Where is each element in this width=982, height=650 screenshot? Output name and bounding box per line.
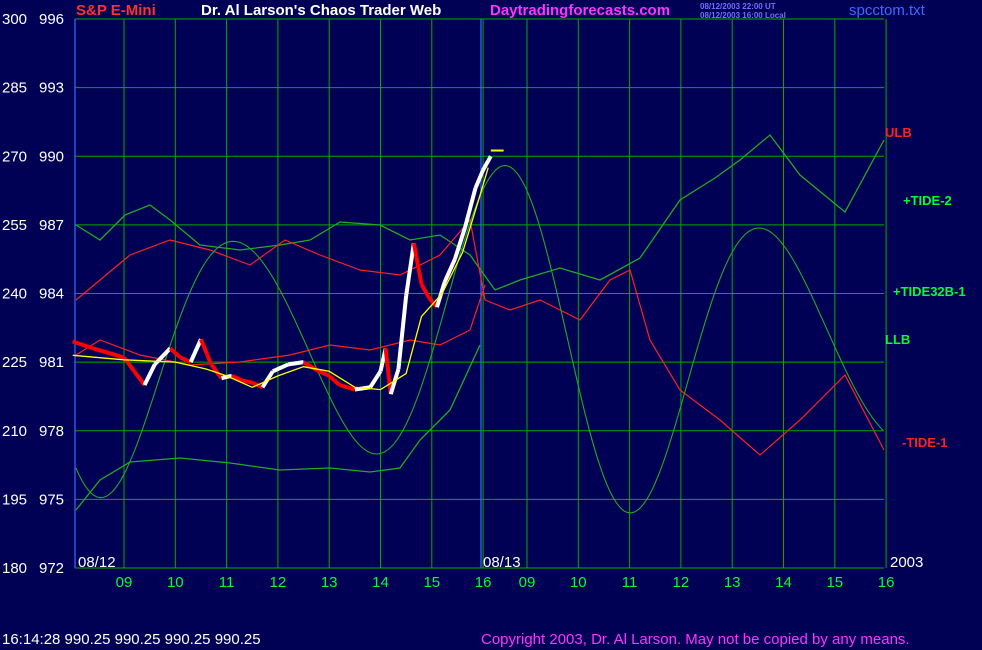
x-tick: 09 <box>116 574 133 591</box>
x-tick: 16 <box>878 574 895 591</box>
data-filename: spcctom.txt <box>849 2 925 19</box>
y-right-tick: 972 <box>39 560 64 577</box>
x-tick: 13 <box>724 574 741 591</box>
y-right-tick: 996 <box>39 11 64 28</box>
y-left-tick: 285 <box>2 80 27 97</box>
x-tick: 13 <box>321 574 338 591</box>
price-segment <box>188 338 203 363</box>
quote-readout: 16:14:28 990.25 990.25 990.25 990.25 <box>2 631 261 648</box>
y-right-tick: 981 <box>39 354 64 371</box>
y-right-tick: 990 <box>39 148 64 165</box>
price-segment <box>271 362 289 374</box>
x-tick: 09 <box>519 574 536 591</box>
y-left-tick: 225 <box>2 354 27 371</box>
price-segment <box>179 355 192 364</box>
price-segment <box>318 369 331 378</box>
tide1-curve <box>75 284 486 366</box>
y-right-tick: 978 <box>39 423 64 440</box>
y-left-tick: 195 <box>2 491 27 508</box>
ulb-curve <box>75 218 885 456</box>
price-segment <box>473 169 485 190</box>
series-label: +TIDE32B-1 <box>893 284 966 299</box>
y-right-tick: 993 <box>39 80 64 97</box>
price-segment <box>368 370 383 389</box>
y-right-tick: 975 <box>39 491 64 508</box>
price-segment <box>419 283 431 300</box>
series-label: +TIDE-2 <box>903 193 952 208</box>
price-segment <box>486 155 493 162</box>
date-label: 2003 <box>890 554 923 571</box>
y-left-tick: 255 <box>2 217 27 234</box>
series-label: LLB <box>885 332 910 347</box>
price-segment <box>396 295 409 370</box>
price-segment <box>142 363 157 386</box>
copyright-notice: Copyright 2003, Dr. Al Larson. May not b… <box>481 631 910 648</box>
series-label: ULB <box>885 125 912 140</box>
site-link[interactable]: Daytradingforecasts.com <box>490 2 670 19</box>
timestamp-block: 08/12/2003 22:00 UT 08/12/2003 16:00 Loc… <box>700 2 786 20</box>
timestamp-ut: 08/12/2003 22:00 UT <box>700 2 776 11</box>
price-segment <box>388 368 401 395</box>
x-tick: 15 <box>423 574 440 591</box>
price-series <box>72 149 504 395</box>
y-right-tick: 987 <box>39 217 64 234</box>
price-segment <box>199 338 214 366</box>
price-segment <box>411 242 424 285</box>
x-tick: 11 <box>219 574 235 591</box>
price-segment <box>92 346 110 355</box>
y-left-tick: 270 <box>2 148 27 165</box>
date-label: 08/12 <box>78 554 116 571</box>
chart-title: Dr. Al Larson's Chaos Trader Web <box>201 2 442 19</box>
series-label: -TIDE-1 <box>902 435 948 450</box>
price-segment <box>230 374 243 383</box>
price-segment <box>383 348 393 395</box>
x-tick: 12 <box>673 574 690 591</box>
chart-labels: 300 285 270 255 240 225 210 195 180 996 993 990 987 9… <box>2 11 966 591</box>
price-segment <box>132 370 147 387</box>
x-tick: 10 <box>167 574 184 591</box>
chart-grid <box>74 18 887 569</box>
price-segment <box>287 360 304 367</box>
instrument-name: S&P E-Mini <box>76 2 156 19</box>
price-segment <box>241 378 253 385</box>
y-left-tick: 210 <box>2 423 27 440</box>
x-tick: 12 <box>270 574 287 591</box>
x-tick: 14 <box>372 574 389 591</box>
price-chart: 300 285 270 255 240 225 210 195 180 996 993 990 987 9… <box>2 11 966 591</box>
price-segment <box>108 351 125 360</box>
x-tick: 10 <box>570 574 587 591</box>
tide32b-curve <box>75 165 884 514</box>
y-left-tick: 300 <box>2 11 27 28</box>
tide2-curve <box>75 134 885 291</box>
x-tick: 15 <box>826 574 843 591</box>
y-left-tick: 180 <box>2 560 27 577</box>
forecast-curves <box>75 134 885 514</box>
price-segment <box>72 339 94 351</box>
date-label: 08/13 <box>483 554 521 571</box>
y-left-tick: 240 <box>2 286 27 303</box>
x-tick: 11 <box>622 574 638 591</box>
y-right-tick: 984 <box>39 286 64 303</box>
timestamp-local: 08/12/2003 16:00 Local <box>700 11 786 20</box>
x-tick: 16 <box>475 574 492 591</box>
price-segment <box>404 242 416 297</box>
x-tick: 14 <box>775 574 792 591</box>
